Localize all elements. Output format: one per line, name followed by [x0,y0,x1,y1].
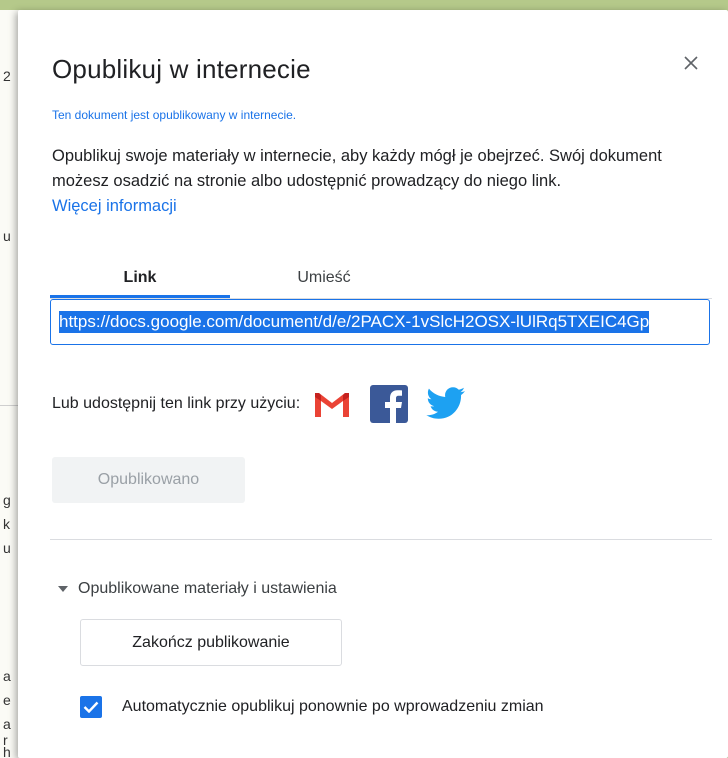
background-text: k [3,516,10,532]
publish-description: Opublikuj swoje materiały w internecie, … [52,144,722,219]
close-button[interactable] [676,48,706,78]
gmail-icon[interactable] [312,384,352,424]
tab-embed[interactable]: Umieść [230,258,418,298]
published-settings-label: Opublikowane materiały i ustawienia [78,580,337,597]
publish-dialog: Opublikuj w internecie Ten dokument jest… [18,10,728,758]
publish-tabs: Link Umieść [50,258,712,299]
auto-republish-checkbox[interactable] [80,696,102,718]
background-text: u [3,228,11,244]
section-divider [50,539,712,540]
background-text: a [3,716,11,732]
publish-status: Ten dokument jest opublikowany w interne… [52,108,297,122]
share-row: Lub udostępnij ten link przy użyciu: [52,384,483,424]
auto-republish-label: Automatycznie opublikuj ponownie po wpro… [122,698,544,715]
background-text: e [3,692,11,708]
close-icon [684,56,698,70]
background-text: a [3,668,11,684]
stop-publishing-button[interactable]: Zakończ publikowanie [80,619,342,666]
background-text: g [3,492,11,508]
share-label: Lub udostępnij ten link przy użyciu: [52,395,301,412]
checkmark-icon [83,701,99,713]
description-text: Opublikuj swoje materiały w internecie, … [52,147,662,190]
published-link-text: https://docs.google.com/document/d/e/2PA… [59,311,650,333]
background-text: 2 [3,68,11,84]
facebook-icon[interactable] [369,384,409,424]
twitter-icon[interactable] [426,384,466,424]
dialog-title: Opublikuj w internecie [52,54,311,84]
more-info-link[interactable]: Więcej informacji [52,197,177,215]
tab-link[interactable]: Link [50,258,230,298]
active-tab-indicator [50,295,230,298]
published-settings-toggle[interactable]: Opublikowane materiały i ustawienia [58,580,337,598]
background-text: u [3,540,11,556]
auto-republish-row: Automatycznie opublikuj ponownie po wpro… [80,696,544,718]
caret-down-icon [58,586,68,592]
published-link-field[interactable]: https://docs.google.com/document/d/e/2PA… [50,299,710,345]
published-button: Opublikowano [52,457,245,503]
